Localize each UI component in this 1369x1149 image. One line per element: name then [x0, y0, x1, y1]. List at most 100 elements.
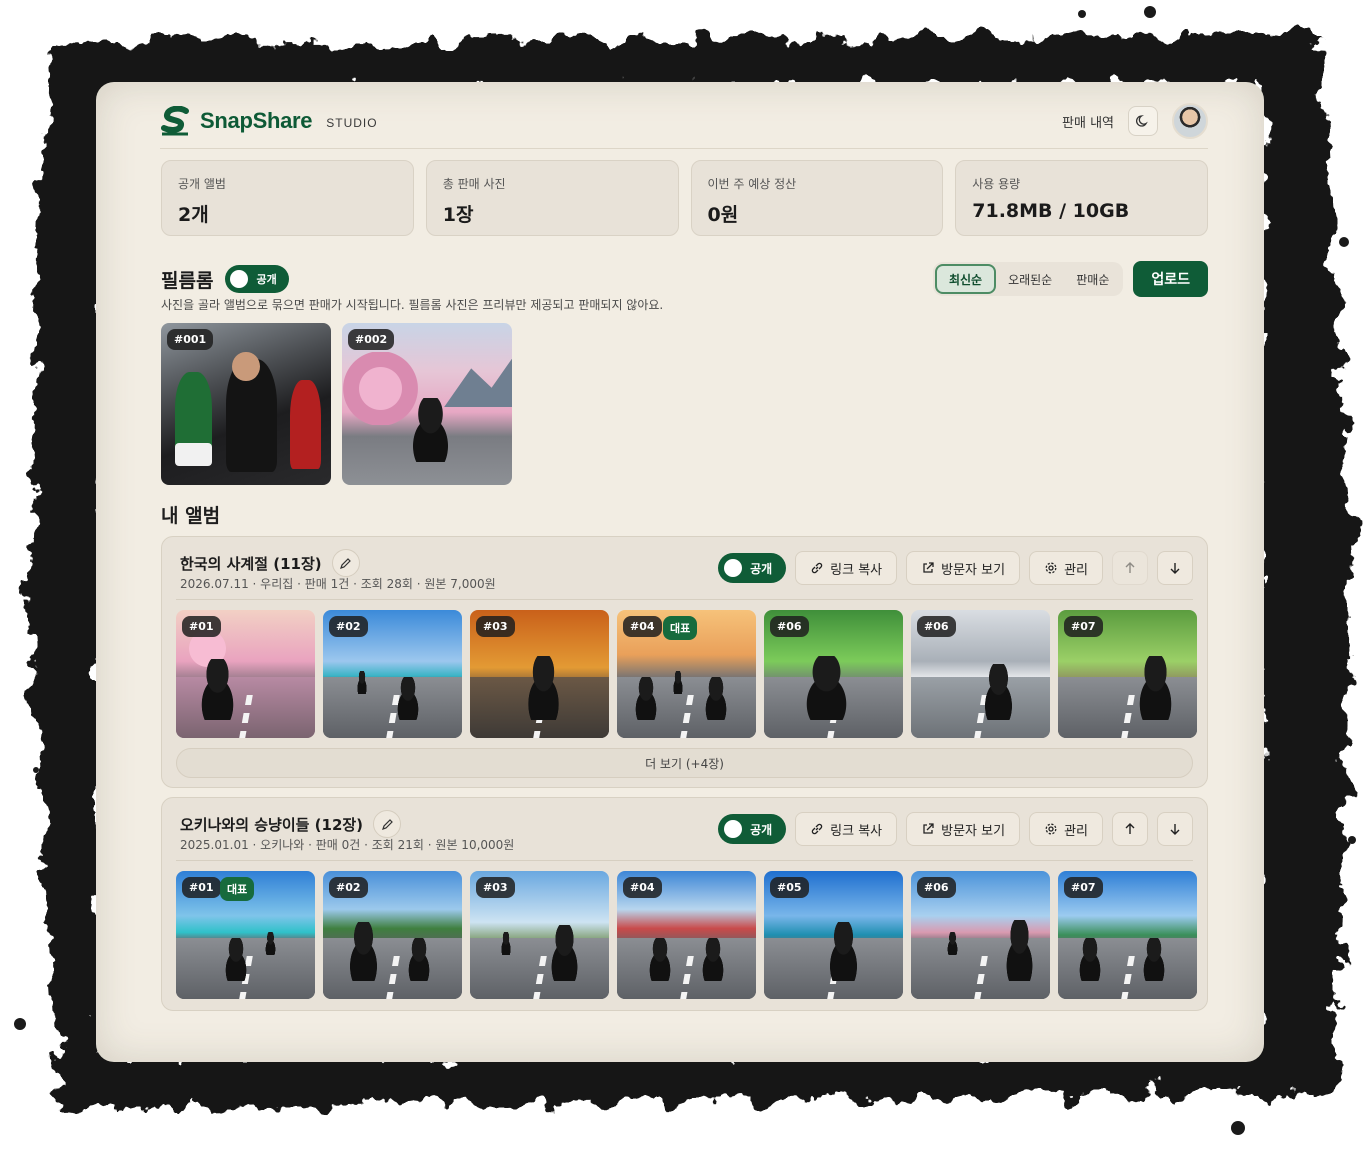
top-header: SnapShare STUDIO 판매 내역 [160, 100, 1208, 142]
album-card: 오키나와의 승냥이들 (12장) 2025.01.01 · 오키나와 · 판매 … [161, 797, 1208, 1011]
album-public-toggle[interactable]: 공개 [718, 553, 787, 583]
album-photo[interactable]: #07 [1058, 610, 1197, 738]
album-photo[interactable]: #04 [617, 871, 756, 999]
album-meta: 2025.01.01 · 오키나와 · 판매 0건 · 조회 21회 · 원본 … [180, 838, 515, 852]
photo-number-badge: #02 [329, 877, 368, 898]
user-avatar[interactable] [1172, 103, 1208, 139]
copy-link-button[interactable]: 링크 복사 [795, 551, 898, 585]
representative-badge: 대표 [663, 616, 698, 640]
theme-toggle-button[interactable] [1128, 106, 1158, 136]
photo-number-badge: #07 [1064, 877, 1103, 898]
album-meta: 2026.07.11 · 우리집 · 판매 1건 · 조회 28회 · 원본 7… [180, 577, 496, 591]
link-icon [811, 823, 823, 835]
sales-history-link[interactable]: 판매 내역 [1062, 112, 1114, 131]
album-title: 오키나와의 승냥이들 (12장) [180, 810, 402, 838]
edit-album-button[interactable] [331, 549, 360, 577]
sort-newest-button[interactable]: 최신순 [934, 264, 997, 294]
manage-label: 관리 [1064, 823, 1088, 839]
move-up-button[interactable] [1112, 551, 1148, 585]
stat-card-total-sold: 총 판매 사진 1장 [425, 160, 679, 236]
link-icon [811, 562, 823, 574]
toggle-label: 공개 [750, 822, 773, 837]
photo-number-badge: #01 [182, 616, 221, 637]
manage-label: 관리 [1064, 562, 1088, 578]
external-link-icon [923, 823, 934, 834]
visitor-view-label: 방문자 보기 [941, 562, 1006, 578]
visitor-view-button[interactable]: 방문자 보기 [906, 812, 1021, 846]
album-photo[interactable]: #02 [323, 871, 462, 999]
show-more-button[interactable]: 더 보기 (+4장) [176, 748, 1193, 778]
sort-oldest-button[interactable]: 오래된순 [996, 264, 1064, 294]
album-photo[interactable]: #04 대표 [617, 610, 756, 738]
move-down-button[interactable] [1157, 551, 1193, 585]
film-roll-header: 필름롬 공개 최신순 오래된순 판매순 업로드 [161, 261, 1208, 297]
stat-value: 2개 [178, 204, 209, 226]
edit-album-button[interactable] [373, 810, 402, 838]
my-albums-title: 내 앨범 [161, 505, 221, 527]
photo-number-badge: #07 [1064, 616, 1103, 637]
copy-link-label: 링크 복사 [830, 562, 883, 578]
stat-label: 총 판매 사진 [442, 177, 506, 191]
visitor-view-label: 방문자 보기 [941, 823, 1006, 839]
film-photo-001[interactable]: #001 [161, 323, 331, 485]
album-photo[interactable]: #05 [764, 871, 903, 999]
album-header: 한국의 사계절 (11장) 2026.07.11 · 우리집 · 판매 1건 ·… [162, 537, 1207, 601]
album-photo[interactable]: #06 [764, 610, 903, 738]
photo-number-badge: #03 [476, 616, 515, 637]
album-photo-row: #01 대표 #02 #03 #04 #05 #06 #07 [176, 871, 1197, 999]
film-roll-description: 사진을 골라 앨범으로 묶으면 판매가 시작됩니다. 필름롬 사진은 프리뷰만 … [161, 298, 664, 312]
photo-number-badge: #02 [329, 616, 368, 637]
toggle-knob [724, 559, 743, 577]
copy-link-label: 링크 복사 [830, 823, 883, 839]
photo-number-badge: #06 [917, 616, 956, 637]
album-photo[interactable]: #03 [470, 610, 609, 738]
album-photo[interactable]: #06 [911, 610, 1050, 738]
manage-button[interactable]: 관리 [1029, 812, 1103, 846]
stats-row: 공개 앨범 2개 총 판매 사진 1장 이번 주 예상 정산 0원 사용 용량 … [161, 160, 1208, 236]
manage-button[interactable]: 관리 [1029, 551, 1103, 585]
album-photo[interactable]: #02 [323, 610, 462, 738]
photo-number-badge: #002 [348, 329, 395, 350]
stat-card-weekly-settlement: 이번 주 예상 정산 0원 [690, 160, 944, 236]
representative-badge: 대표 [220, 877, 255, 901]
visitor-view-button[interactable]: 방문자 보기 [906, 551, 1021, 585]
sort-sales-button[interactable]: 판매순 [1064, 264, 1121, 294]
photo-number-badge: #04 [623, 616, 662, 637]
album-header: 오키나와의 승냥이들 (12장) 2025.01.01 · 오키나와 · 판매 … [162, 798, 1207, 862]
stat-label: 사용 용량 [972, 177, 1021, 191]
stat-value: 1장 [442, 204, 474, 226]
toggle-label: 공개 [750, 561, 773, 576]
film-public-toggle[interactable]: 공개 [225, 265, 289, 293]
snapshare-logo-icon [161, 106, 189, 136]
moon-icon [1136, 115, 1148, 127]
film-photo-002[interactable]: #002 [342, 323, 512, 485]
album-photo[interactable]: #01 대표 [176, 871, 315, 999]
album-photo[interactable]: #01 [176, 610, 315, 738]
album-title-text: 한국의 사계절 (11장) [180, 554, 322, 573]
pencil-icon [340, 557, 351, 569]
film-roll-title: 필름롬 [161, 269, 214, 292]
album-public-toggle[interactable]: 공개 [718, 814, 787, 844]
photo-number-badge: #03 [476, 877, 515, 898]
photo-number-badge: #04 [623, 877, 662, 898]
photo-number-badge: #06 [917, 877, 956, 898]
stat-label: 공개 앨범 [178, 177, 226, 191]
photo-number-badge: #01 [182, 877, 221, 898]
photo-number-badge: #001 [167, 329, 214, 350]
album-actions: 공개 링크 복사 방문자 보기 관리 [718, 551, 1193, 585]
stat-card-storage: 사용 용량 71.8MB / 10GB [955, 160, 1208, 236]
pencil-icon [381, 818, 393, 830]
move-down-button[interactable] [1157, 812, 1193, 846]
toggle-label: 공개 [256, 273, 277, 286]
copy-link-button[interactable]: 링크 복사 [795, 812, 898, 846]
upload-button[interactable]: 업로드 [1133, 261, 1208, 297]
album-photo[interactable]: #06 [911, 871, 1050, 999]
album-photo[interactable]: #07 [1058, 871, 1197, 999]
stat-label: 이번 주 예상 정산 [707, 177, 797, 191]
move-up-button[interactable] [1112, 812, 1148, 846]
album-title-text: 오키나와의 승냥이들 (12장) [180, 815, 364, 834]
album-divider [176, 860, 1193, 861]
photo-number-badge: #05 [770, 877, 809, 898]
album-photo[interactable]: #03 [470, 871, 609, 999]
brand[interactable]: SnapShare STUDIO [160, 106, 378, 136]
